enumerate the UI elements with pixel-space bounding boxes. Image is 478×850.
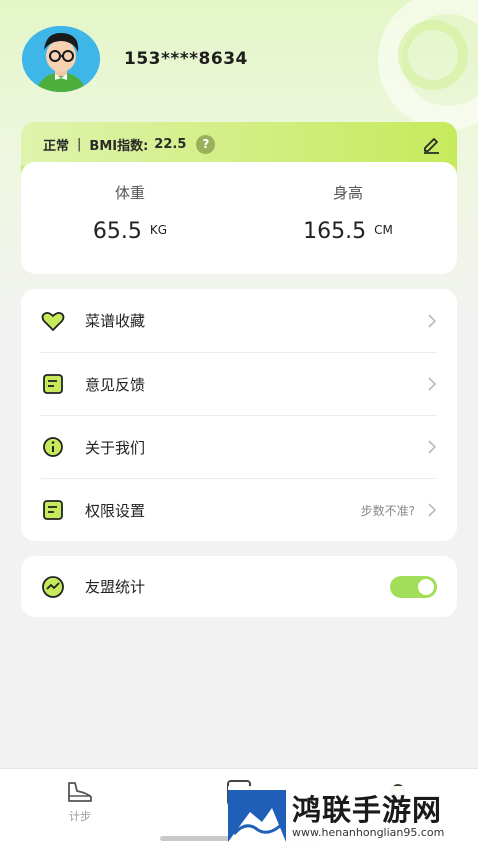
profile-header: 153****8634: [22, 26, 248, 92]
menu-item-label: 关于我们: [85, 438, 146, 457]
bmi-body: 体重 65.5 KG 身高 165.5 CM: [21, 162, 457, 274]
menu-item-permissions[interactable]: 权限设置 步数不准?: [41, 478, 437, 541]
user-phone: 153****8634: [124, 49, 248, 69]
menu-item-label: 意见反馈: [85, 375, 146, 394]
menu-item-recipes[interactable]: 菜谱收藏: [41, 289, 437, 352]
heart-icon: [41, 309, 65, 333]
stats-card: 友盟统计: [21, 556, 457, 617]
info-icon: [41, 435, 65, 459]
bmi-separator: |: [77, 136, 82, 152]
chart-icon: [41, 575, 65, 599]
height-value: 165.5: [303, 219, 367, 244]
settings-doc-icon: [41, 498, 65, 522]
toggle-knob: [418, 578, 434, 595]
menu-item-label: 权限设置: [85, 501, 146, 520]
bmi-value: 22.5: [154, 136, 187, 152]
feedback-icon: [41, 372, 65, 396]
bmi-card: 正常 | BMI指数: 22.5 ? 体重 65.5 KG 身高 165.5 CM: [21, 122, 457, 274]
avatar[interactable]: [22, 26, 100, 92]
chevron-right-icon: [427, 439, 437, 455]
watermark-logo: [228, 790, 286, 842]
chevron-right-icon: [427, 376, 437, 392]
pencil-icon[interactable]: [421, 134, 441, 154]
tab-label: 计步: [69, 810, 91, 823]
weight-value: 65.5: [92, 219, 142, 244]
weight-unit: KG: [149, 223, 168, 237]
watermark: 鸿联手游网 www.henanhonglian95.com: [228, 786, 472, 846]
tab-steps[interactable]: 计步: [50, 779, 110, 824]
watermark-url: www.henanhonglian95.com: [292, 825, 445, 839]
bmi-label: BMI指数:: [89, 138, 149, 154]
chevron-right-icon: [427, 502, 437, 518]
height-metric[interactable]: 身高 165.5 CM: [239, 162, 457, 244]
height-label: 身高: [332, 184, 363, 202]
weight-metric[interactable]: 体重 65.5 KG: [21, 162, 239, 244]
height-unit: CM: [374, 223, 393, 237]
weight-label: 体重: [114, 184, 145, 202]
decorative-ring-inner: [398, 20, 468, 90]
shoe-icon: [68, 782, 92, 802]
menu-item-feedback[interactable]: 意见反馈: [41, 352, 437, 415]
stats-toggle[interactable]: [390, 575, 437, 598]
menu-item-label: 菜谱收藏: [85, 312, 146, 330]
steps-hint[interactable]: 步数不准?: [361, 502, 415, 519]
menu-item-about[interactable]: 关于我们: [41, 415, 437, 478]
bmi-status: 正常: [43, 138, 70, 154]
chevron-right-icon: [427, 313, 437, 329]
stats-label: 友盟统计: [85, 578, 146, 596]
watermark-title: 鸿联手游网: [292, 792, 443, 827]
bmi-strip: 正常 | BMI指数: 22.5 ?: [21, 122, 457, 166]
question-icon[interactable]: ?: [196, 134, 216, 154]
menu-card: 菜谱收藏 意见反馈 关于我们 权限设置 步数不准?: [21, 289, 457, 541]
